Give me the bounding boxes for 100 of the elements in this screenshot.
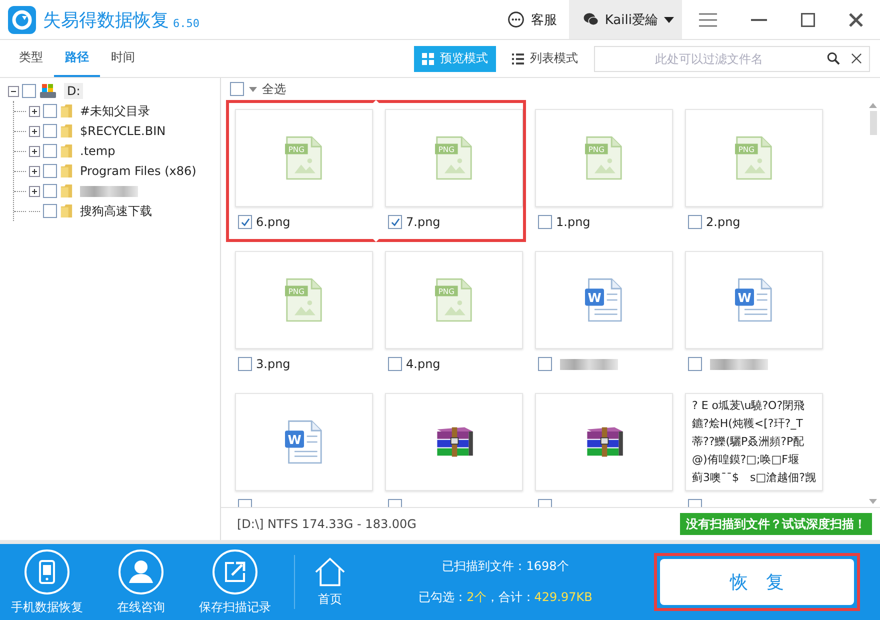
- clear-icon[interactable]: [851, 52, 862, 64]
- maximize-icon[interactable]: [801, 12, 815, 26]
- file-checkbox[interactable]: [688, 357, 702, 371]
- category-tab[interactable]: 时间: [100, 40, 146, 77]
- tree-checkbox[interactable]: [43, 144, 57, 158]
- grid-icon: [422, 52, 434, 64]
- expand-toggle-icon[interactable]: [29, 186, 40, 196]
- file-checkbox[interactable]: [538, 357, 552, 371]
- file-checkbox[interactable]: [388, 215, 402, 229]
- file-name: 7.png: [406, 215, 440, 229]
- tree-checkbox[interactable]: [43, 164, 57, 178]
- blurred-folder-name: [80, 186, 138, 196]
- file-checkbox[interactable]: [238, 215, 252, 229]
- text-preview-line: 蓟3噢¯¯$ s□滄越佃?觊: [692, 470, 816, 486]
- home-icon[interactable]: [314, 556, 346, 586]
- blurred-file-name: [710, 358, 768, 370]
- tool-label[interactable]: 保存扫描记录: [199, 598, 271, 616]
- text-preview-line: ? E o坬茇\u驍?O?閉飛: [692, 398, 806, 414]
- file-thumbnail[interactable]: [535, 393, 673, 491]
- file-checkbox[interactable]: [688, 215, 702, 229]
- scanned-count-text: 已扫描到文件：1698个: [442, 558, 569, 575]
- app-title: 失易得数据恢复: [43, 8, 169, 32]
- category-tab[interactable]: 路径: [54, 40, 100, 77]
- list-icon: [512, 52, 524, 64]
- image-file-icon: PNG: [585, 135, 623, 181]
- home-label[interactable]: 首页: [318, 590, 342, 608]
- expand-toggle-icon[interactable]: [29, 166, 40, 176]
- search-icon[interactable]: [827, 52, 840, 64]
- folder-label[interactable]: $RECYCLE.BIN: [80, 124, 166, 138]
- select-all-checkbox[interactable]: [230, 82, 244, 96]
- folder-label[interactable]: 搜狗高速下载: [80, 202, 152, 220]
- export-icon[interactable]: [212, 548, 258, 594]
- tool-label[interactable]: 在线咨询: [117, 598, 165, 616]
- recover-button[interactable]: 恢 复: [660, 559, 854, 605]
- list-mode-button[interactable]: 列表模式: [504, 46, 586, 72]
- chat-bubble-icon: [506, 10, 525, 28]
- image-file-icon: PNG: [735, 135, 773, 181]
- file-checkbox[interactable]: [538, 215, 552, 229]
- folder-icon: [60, 103, 73, 119]
- tree-checkbox[interactable]: [43, 124, 57, 138]
- folder-label[interactable]: Program Files (x86): [80, 164, 196, 178]
- document-file-icon: W: [585, 277, 623, 323]
- file-thumbnail[interactable]: ? E o坬茇\u驍?O?閉飛 鑣?烩H(炖韄<[?玕?_T 蒂??鱳(驪P叒洲頻?P配 @)侑喤鏌?□;唤□F堰 蓟3噢¯¯$ s□滄越佃?觊: [685, 393, 823, 491]
- chat-bubbles-icon: [582, 12, 599, 27]
- expand-toggle-icon[interactable]: [29, 106, 40, 116]
- caret-icon[interactable]: [249, 86, 257, 92]
- minimize-icon[interactable]: [751, 18, 767, 20]
- tree-checkbox[interactable]: [43, 184, 57, 198]
- scroll-down-icon[interactable]: [869, 499, 877, 504]
- drive-icon: [39, 83, 57, 99]
- image-file-icon: PNG: [285, 135, 323, 181]
- file-checkbox[interactable]: [388, 357, 402, 371]
- folder-label[interactable]: .temp: [80, 144, 116, 158]
- text-preview-line: 鑣?烩H(炖韄<[?玕?_T: [692, 416, 804, 432]
- support-button[interactable]: 客服: [494, 0, 569, 39]
- dropdown-caret-icon[interactable]: [664, 16, 674, 22]
- file-name: 4.png: [406, 357, 440, 371]
- select-all-label[interactable]: 全选: [262, 80, 286, 98]
- folder-icon: [60, 123, 73, 139]
- expand-toggle-icon[interactable]: [29, 146, 40, 156]
- filter-search-field[interactable]: 此处可以过滤文件名: [594, 46, 870, 72]
- folder-icon: [60, 143, 73, 159]
- file-name: 6.png: [256, 215, 290, 229]
- image-file-icon: PNG: [285, 277, 323, 323]
- folder-label[interactable]: #未知父目录: [80, 102, 150, 120]
- collapse-toggle-icon[interactable]: [8, 86, 19, 96]
- folder-icon: [60, 203, 73, 219]
- scrollbar-thumb[interactable]: [870, 111, 876, 135]
- drive-info-text: [D:\] NTFS 174.33G - 183.00G: [237, 517, 416, 531]
- file-thumbnail[interactable]: [385, 393, 523, 491]
- close-icon[interactable]: [849, 12, 863, 26]
- image-file-icon: PNG: [435, 135, 473, 181]
- document-file-icon: W: [285, 419, 323, 465]
- document-file-icon: W: [735, 277, 773, 323]
- file-thumbnail[interactable]: W: [535, 251, 673, 349]
- text-preview-line: 蒂??鱳(驪P叒洲頻?P配: [692, 434, 806, 450]
- file-name: 2.png: [706, 215, 740, 229]
- expand-toggle-icon[interactable]: [29, 126, 40, 136]
- drive-label[interactable]: D:: [64, 83, 84, 99]
- folder-icon: [60, 183, 73, 199]
- phone-icon[interactable]: [24, 548, 70, 594]
- file-name: 3.png: [256, 357, 290, 371]
- blurred-file-name: [560, 358, 618, 370]
- selection-summary-text: 已勾选：2个，合计：429.97KB: [418, 589, 592, 606]
- tree-checkbox[interactable]: [43, 104, 57, 118]
- text-preview-line: @)侑喤鏌?□;唤□F堰: [692, 452, 800, 468]
- tree-checkbox[interactable]: [22, 84, 36, 98]
- file-checkbox[interactable]: [238, 357, 252, 371]
- preview-mode-button[interactable]: 预览模式: [414, 46, 496, 72]
- tree-checkbox[interactable]: [43, 204, 57, 218]
- tool-label[interactable]: 手机数据恢复: [11, 598, 83, 616]
- deep-scan-button[interactable]: 没有扫描到文件？试试深度扫描！: [680, 513, 872, 535]
- person-icon[interactable]: [118, 548, 164, 594]
- scroll-up-icon[interactable]: [869, 103, 877, 108]
- category-tab[interactable]: 类型: [8, 40, 54, 77]
- app-logo-icon: [8, 6, 36, 34]
- file-thumbnail[interactable]: W: [685, 251, 823, 349]
- folder-icon: [60, 163, 73, 179]
- file-thumbnail[interactable]: W: [235, 393, 373, 491]
- menu-icon[interactable]: [699, 12, 717, 26]
